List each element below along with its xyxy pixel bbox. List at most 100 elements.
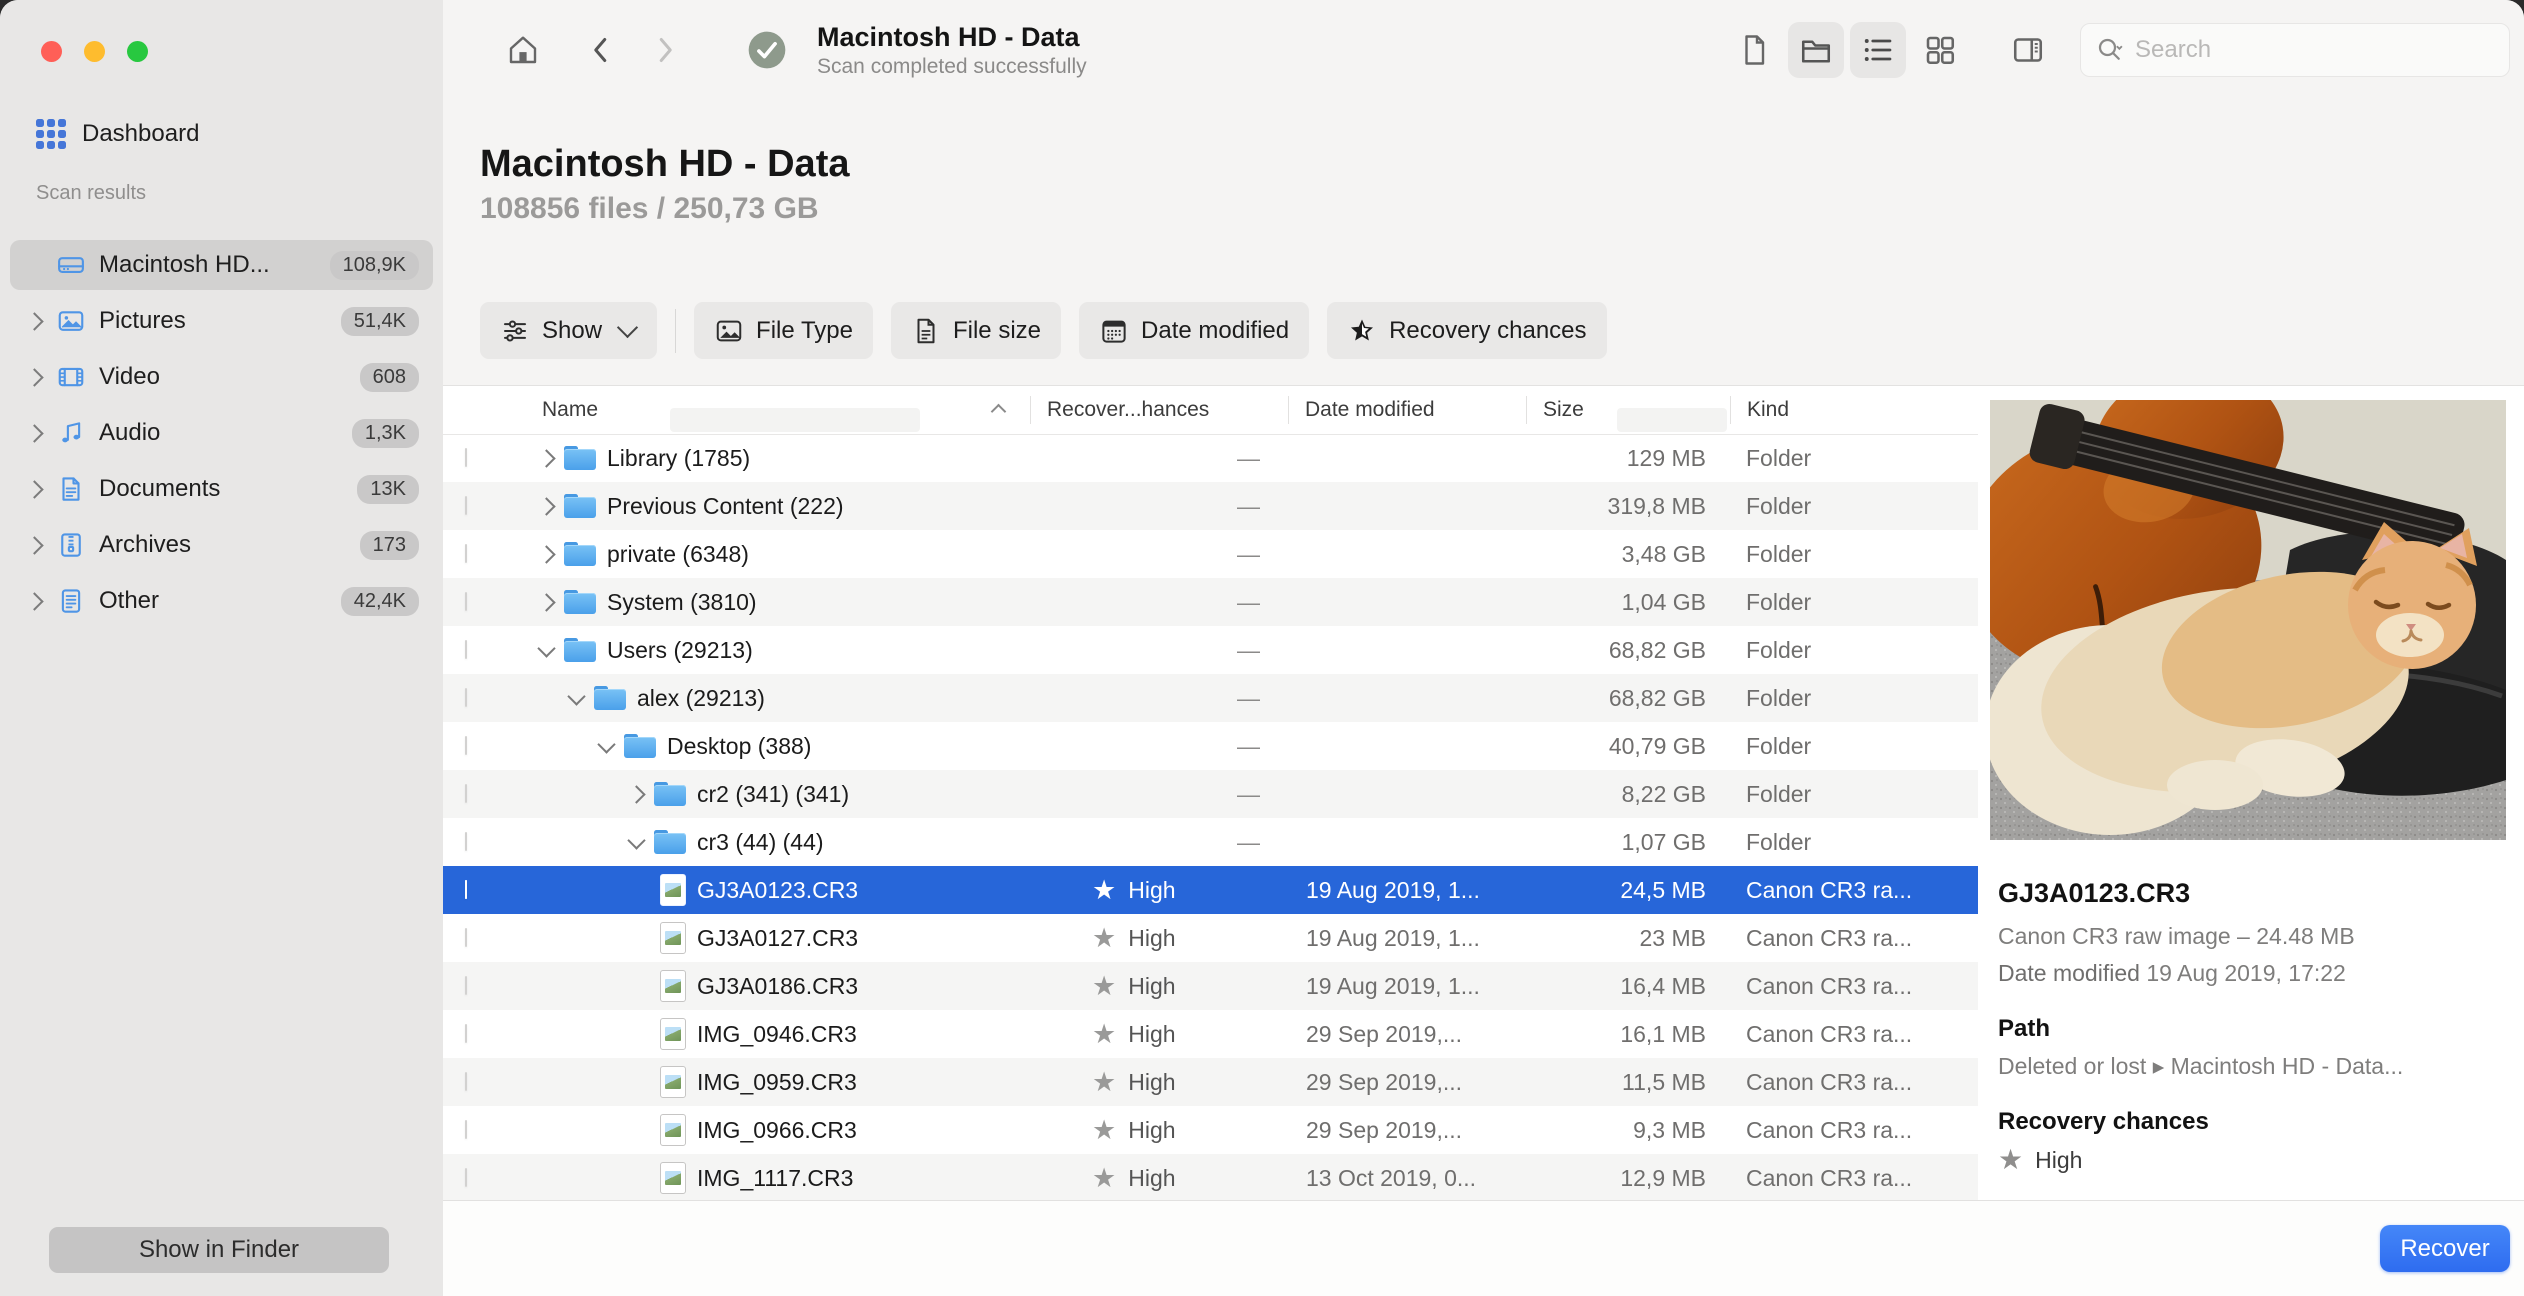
pictures-icon	[58, 311, 84, 331]
table-row[interactable]: Previous Content (222) — 319,8 MB Folder	[443, 482, 1978, 530]
app-window: Dashboard Scan results Macintosh HD... 1…	[0, 0, 2524, 1296]
row-checkbox[interactable]	[465, 592, 467, 611]
row-checkbox[interactable]	[465, 784, 467, 803]
minimize-window-button[interactable]	[84, 41, 105, 62]
row-name: Library (1785)	[607, 444, 751, 471]
file-view-button[interactable]	[1726, 22, 1782, 78]
table-row[interactable]: Library (1785) — 129 MB Folder	[443, 434, 1978, 482]
disclosure-icon[interactable]	[597, 734, 616, 754]
table-row[interactable]: System (3810) — 1,04 GB Folder	[443, 578, 1978, 626]
sidebar-item-icon	[55, 473, 87, 505]
table-row[interactable]: GJ3A0127.CR3 ★ High 19 Aug 2019, 1... 23…	[443, 914, 1978, 962]
filter-bar: Show File Type File size Date modified R…	[480, 302, 1607, 359]
sidebar-item-video[interactable]: Video 608	[10, 352, 433, 402]
column-header-size[interactable]: Size	[1526, 396, 1730, 432]
disclosure-icon[interactable]	[627, 830, 646, 850]
home-button[interactable]	[495, 22, 551, 78]
recovery-text: High	[1128, 924, 1176, 951]
column-header-recovery[interactable]: Recover...hances	[1030, 396, 1288, 424]
search-field[interactable]	[2080, 23, 2510, 77]
grid-view-button[interactable]	[1912, 22, 1968, 78]
close-window-button[interactable]	[41, 41, 62, 62]
row-checkbox[interactable]	[465, 880, 467, 899]
toolbar-right	[1726, 22, 2510, 78]
column-header-name[interactable]: Name	[520, 396, 1030, 432]
cell-date-modified: 13 Oct 2019, 0...	[1306, 1164, 1477, 1191]
row-checkbox[interactable]	[465, 544, 467, 563]
sidebar-item-documents[interactable]: Documents 13K	[10, 464, 433, 514]
row-checkbox[interactable]	[465, 1168, 467, 1187]
show-in-finder-button[interactable]: Show in Finder	[49, 1227, 389, 1273]
filter-separator	[675, 308, 677, 353]
star-icon: ★	[1092, 1018, 1117, 1049]
recover-button[interactable]: Recover	[2380, 1225, 2510, 1272]
column-header-date[interactable]: Date modified	[1288, 396, 1526, 424]
row-checkbox[interactable]	[465, 688, 467, 707]
back-button[interactable]	[573, 22, 629, 78]
file-size-filter-button[interactable]: File size	[890, 302, 1062, 359]
show-dropdown-button[interactable]: Show	[480, 302, 658, 359]
table-row[interactable]: GJ3A0123.CR3 ★ High 19 Aug 2019, 1... 24…	[443, 866, 1978, 914]
chevron-left-icon	[594, 38, 607, 62]
table-row[interactable]: Desktop (388) — 40,79 GB Folder	[443, 722, 1978, 770]
table-row[interactable]: IMG_0946.CR3 ★ High 29 Sep 2019,... 16,1…	[443, 1010, 1978, 1058]
table-row[interactable]: IMG_0959.CR3 ★ High 29 Sep 2019,... 11,5…	[443, 1058, 1978, 1106]
table-row[interactable]: GJ3A0186.CR3 ★ High 19 Aug 2019, 1... 16…	[443, 962, 1978, 1010]
sidebar-item-audio[interactable]: Audio 1,3K	[10, 408, 433, 458]
disclosure-icon[interactable]	[25, 423, 44, 443]
disclosure-icon[interactable]	[25, 367, 44, 387]
row-checkbox[interactable]	[465, 1072, 467, 1091]
zoom-window-button[interactable]	[127, 41, 148, 62]
disclosure-icon[interactable]	[627, 784, 646, 804]
folder-view-button[interactable]	[1788, 22, 1844, 78]
cell-recovery: —	[1030, 434, 1288, 482]
table-header: Name Recover...hances Date modified Size…	[443, 386, 1978, 435]
table-row[interactable]: cr3 (44) (44) — 1,07 GB Folder	[443, 818, 1978, 866]
cell-size: 16,4 MB	[1620, 972, 1706, 999]
disclosure-icon[interactable]	[25, 535, 44, 555]
disclosure-icon[interactable]	[537, 496, 556, 516]
preview-details: GJ3A0123.CR3 Canon CR3 raw image – 24.48…	[1998, 878, 2508, 1174]
table-row[interactable]: Users (29213) — 68,82 GB Folder	[443, 626, 1978, 674]
recovery-chances-filter-button[interactable]: Recovery chances	[1327, 302, 1607, 359]
row-checkbox[interactable]	[465, 1024, 467, 1043]
column-header-kind[interactable]: Kind	[1730, 396, 1978, 424]
row-checkbox[interactable]	[465, 496, 467, 515]
row-checkbox[interactable]	[465, 448, 467, 467]
search-input[interactable]	[2133, 35, 2495, 65]
forward-button[interactable]	[637, 22, 693, 78]
sidebar-item-pictures[interactable]: Pictures 51,4K	[10, 296, 433, 346]
sidebar-item-archives[interactable]: Archives 173	[10, 520, 433, 570]
row-icon	[624, 733, 656, 759]
list-view-button[interactable]	[1850, 22, 1906, 78]
table-row[interactable]: alex (29213) — 68,82 GB Folder	[443, 674, 1978, 722]
table-row[interactable]: private (6348) — 3,48 GB Folder	[443, 530, 1978, 578]
row-checkbox[interactable]	[465, 640, 467, 659]
row-checkbox[interactable]	[465, 736, 467, 755]
row-checkbox[interactable]	[465, 832, 467, 851]
disclosure-icon[interactable]	[567, 686, 586, 706]
sidebar-item-macintosh-hd[interactable]: Macintosh HD... 108,9K	[10, 240, 433, 290]
disclosure-icon[interactable]	[537, 638, 556, 658]
disclosure-icon[interactable]	[537, 448, 556, 468]
sidebar-item-badge: 13K	[357, 474, 419, 504]
row-checkbox[interactable]	[465, 928, 467, 947]
row-checkbox[interactable]	[465, 1120, 467, 1139]
sidebar-item-badge: 173	[359, 530, 419, 560]
table-row[interactable]: cr2 (341) (341) — 8,22 GB Folder	[443, 770, 1978, 818]
disclosure-icon[interactable]	[25, 591, 44, 611]
sidebar: Dashboard Scan results Macintosh HD... 1…	[0, 0, 444, 1296]
sidebar-item-other[interactable]: Other 42,4K	[10, 576, 433, 626]
table-row[interactable]: IMG_0966.CR3 ★ High 29 Sep 2019,... 9,3 …	[443, 1106, 1978, 1154]
disclosure-icon[interactable]	[537, 592, 556, 612]
date-modified-filter-button[interactable]: Date modified	[1079, 302, 1310, 359]
preview-panel-toggle-button[interactable]	[2000, 22, 2056, 78]
table-row[interactable]: IMG_1117.CR3 ★ High 13 Oct 2019, 0... 12…	[443, 1154, 1978, 1201]
file-type-filter-button[interactable]: File Type	[694, 302, 873, 359]
disclosure-icon[interactable]	[25, 479, 44, 499]
disclosure-icon[interactable]	[537, 544, 556, 564]
disclosure-icon[interactable]	[25, 311, 44, 331]
row-checkbox[interactable]	[465, 976, 467, 995]
sidebar-item-dashboard[interactable]: Dashboard	[36, 110, 427, 158]
cell-name: IMG_0966.CR3	[520, 1114, 1030, 1146]
